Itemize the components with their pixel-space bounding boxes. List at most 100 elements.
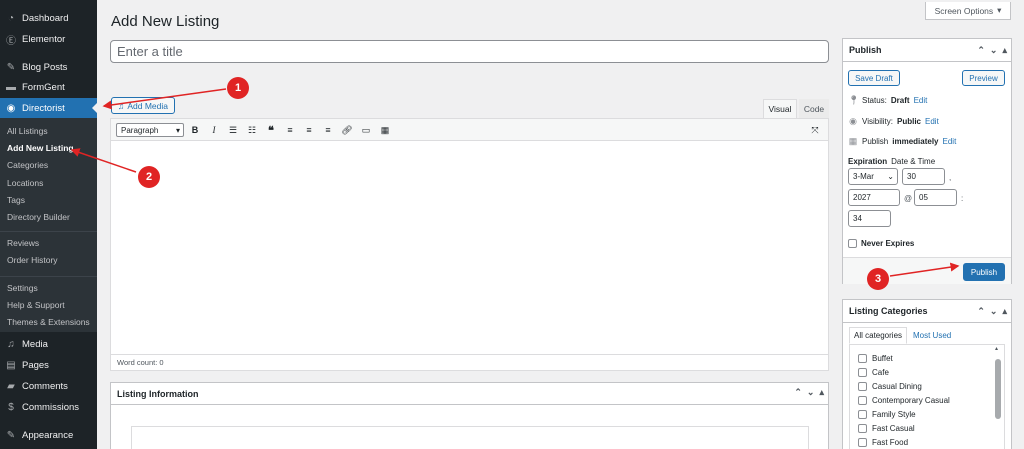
tab-most-used[interactable]: Most Used [909, 327, 955, 344]
category-scrollbar[interactable]: ▴ [995, 346, 1001, 447]
submenu-tags[interactable]: Tags [7, 195, 25, 205]
submenu-help-support[interactable]: Help & Support [7, 300, 65, 310]
chevron-up-icon[interactable]: ⌃ [977, 306, 985, 317]
edit-publish-time-link[interactable]: Edit [943, 137, 957, 146]
admin-sidebar: ◔ Dashboard Ⓔ Elementor ✎ Blog Posts ▬ F… [0, 0, 97, 449]
menu-directorist[interactable]: ◉ Directorist [0, 98, 97, 118]
chevron-up-icon[interactable]: ⌃ [794, 387, 802, 398]
pushpin-icon: ✎ [6, 61, 16, 73]
toggle-caret-icon[interactable]: ▴ [819, 387, 824, 398]
menu-commissions[interactable]: $ Commissions [0, 397, 97, 417]
menu-comments[interactable]: ▰ Comments [0, 376, 97, 396]
toolbar-toggle-icon[interactable]: ▦ [378, 123, 392, 137]
publish-box-header[interactable]: Publish ⌃ ⌄ ▴ [843, 39, 1011, 62]
menu-pages[interactable]: ▤ Pages [0, 355, 97, 375]
menu-appearance[interactable]: ✎ Appearance [0, 425, 97, 445]
align-left-icon[interactable]: ≡ [283, 123, 297, 137]
submenu-reviews[interactable]: Reviews [7, 238, 39, 248]
screen-options-button[interactable]: Screen Options ▾ [925, 2, 1011, 20]
menu-label: FormGent [22, 81, 65, 93]
blockquote-icon[interactable]: ❝ [264, 123, 278, 137]
toggle-caret-icon[interactable]: ▴ [1002, 306, 1007, 317]
directorist-icon: ◉ [6, 102, 16, 114]
tab-all-categories[interactable]: All categories [849, 327, 908, 344]
align-center-icon[interactable]: ≡ [302, 123, 316, 137]
caret-down-icon: ⌄ [887, 172, 894, 181]
read-more-icon[interactable]: ▭ [359, 123, 373, 137]
category-item[interactable]: Casual Dining [858, 382, 922, 391]
category-item[interactable]: Fast Food [858, 438, 908, 447]
scrollbar-thumb[interactable] [995, 359, 1001, 419]
save-draft-button[interactable]: Save Draft [848, 70, 900, 86]
bold-icon[interactable]: B [188, 123, 202, 137]
hour-input[interactable]: 05 [914, 189, 957, 206]
category-checkbox[interactable] [858, 424, 867, 433]
status-label: Status: [862, 96, 887, 105]
category-label: Cafe [872, 368, 889, 377]
submenu-settings[interactable]: Settings [7, 283, 38, 293]
tab-code[interactable]: Code [799, 99, 829, 118]
year-input[interactable]: 2027 [848, 189, 900, 206]
chevron-down-icon[interactable]: ⌄ [990, 45, 998, 56]
submenu-categories[interactable]: Categories [7, 160, 48, 170]
italic-icon[interactable]: I [207, 123, 221, 137]
chevron-up-icon[interactable]: ⌃ [977, 45, 985, 56]
tab-visual[interactable]: Visual [763, 99, 797, 118]
chevron-down-icon[interactable]: ⌄ [990, 306, 998, 317]
toggle-caret-icon[interactable]: ▴ [1002, 45, 1007, 56]
fullscreen-icon[interactable]: ⤧ [808, 123, 822, 137]
listing-information-header[interactable]: Listing Information ⌃ ⌄ ▴ [111, 383, 828, 405]
category-item[interactable]: Fast Casual [858, 424, 915, 433]
menu-media[interactable]: ♫ Media [0, 334, 97, 354]
category-checkbox[interactable] [858, 396, 867, 405]
submenu-add-new-listing[interactable]: Add New Listing [7, 143, 74, 153]
publish-button[interactable]: Publish [963, 263, 1005, 281]
category-item[interactable]: Family Style [858, 410, 916, 419]
never-expires-checkbox[interactable] [848, 239, 857, 248]
submenu-locations[interactable]: Locations [7, 178, 43, 188]
edit-visibility-link[interactable]: Edit [925, 117, 939, 126]
category-checkbox[interactable] [858, 354, 867, 363]
category-checkbox[interactable] [858, 382, 867, 391]
menu-blog-posts[interactable]: ✎ Blog Posts [0, 57, 97, 77]
word-count: Word count: 0 [117, 358, 164, 367]
annotation-badge-3: 3 [867, 268, 889, 290]
submenu-themes-extensions[interactable]: Themes & Extensions [7, 317, 90, 327]
bullet-list-icon[interactable]: ☰ [226, 123, 240, 137]
submenu-order-history[interactable]: Order History [7, 255, 58, 265]
category-item[interactable]: Cafe [858, 368, 889, 377]
listing-categories-title: Listing Categories [849, 306, 928, 316]
dashboard-icon: ◔ [7, 12, 15, 24]
format-select[interactable]: Paragraph ▾ [116, 123, 184, 137]
menu-dashboard[interactable]: ◔ Dashboard [0, 8, 97, 28]
link-icon[interactable]: 🔗︎ [340, 123, 354, 137]
scroll-up-icon[interactable]: ▴ [995, 345, 998, 352]
category-checkbox[interactable] [858, 368, 867, 377]
edit-status-link[interactable]: Edit [914, 96, 928, 105]
preview-button[interactable]: Preview [962, 70, 1005, 86]
align-right-icon[interactable]: ≡ [321, 123, 335, 137]
minute-input[interactable]: 34 [848, 210, 891, 227]
category-item[interactable]: Buffet [858, 354, 893, 363]
category-item[interactable]: Contemporary Casual [858, 396, 950, 405]
submenu-directory-builder[interactable]: Directory Builder [7, 212, 70, 222]
title-input[interactable] [110, 40, 829, 63]
menu-elementor[interactable]: Ⓔ Elementor [0, 29, 97, 49]
menu-label: Dashboard [22, 12, 69, 24]
add-media-button[interactable]: ♫ Add Media [111, 97, 175, 114]
numbered-list-icon[interactable]: ☷ [245, 123, 259, 137]
separator: : [961, 194, 964, 203]
listing-categories-header[interactable]: Listing Categories ⌃ ⌄ ▴ [843, 300, 1011, 323]
annotation-badge-1: 1 [227, 77, 249, 99]
expiration-row: Expiration Date & Time [848, 157, 935, 166]
submenu-all-listings[interactable]: All Listings [7, 126, 48, 136]
month-select[interactable]: 3-Mar ⌄ [848, 168, 898, 185]
category-checkbox[interactable] [858, 438, 867, 447]
never-expires-row[interactable]: Never Expires [848, 239, 914, 248]
chevron-down-icon[interactable]: ⌄ [807, 387, 815, 398]
formgent-icon: ▬ [6, 81, 16, 93]
menu-formgent[interactable]: ▬ FormGent [0, 77, 97, 97]
category-checkbox[interactable] [858, 410, 867, 419]
content-editor[interactable]: Paragraph ▾ B I ☰ ☷ ❝ ≡ ≡ ≡ 🔗︎ ▭ ▦ ⤧ Wor… [110, 118, 829, 371]
day-input[interactable]: 30 [902, 168, 945, 185]
